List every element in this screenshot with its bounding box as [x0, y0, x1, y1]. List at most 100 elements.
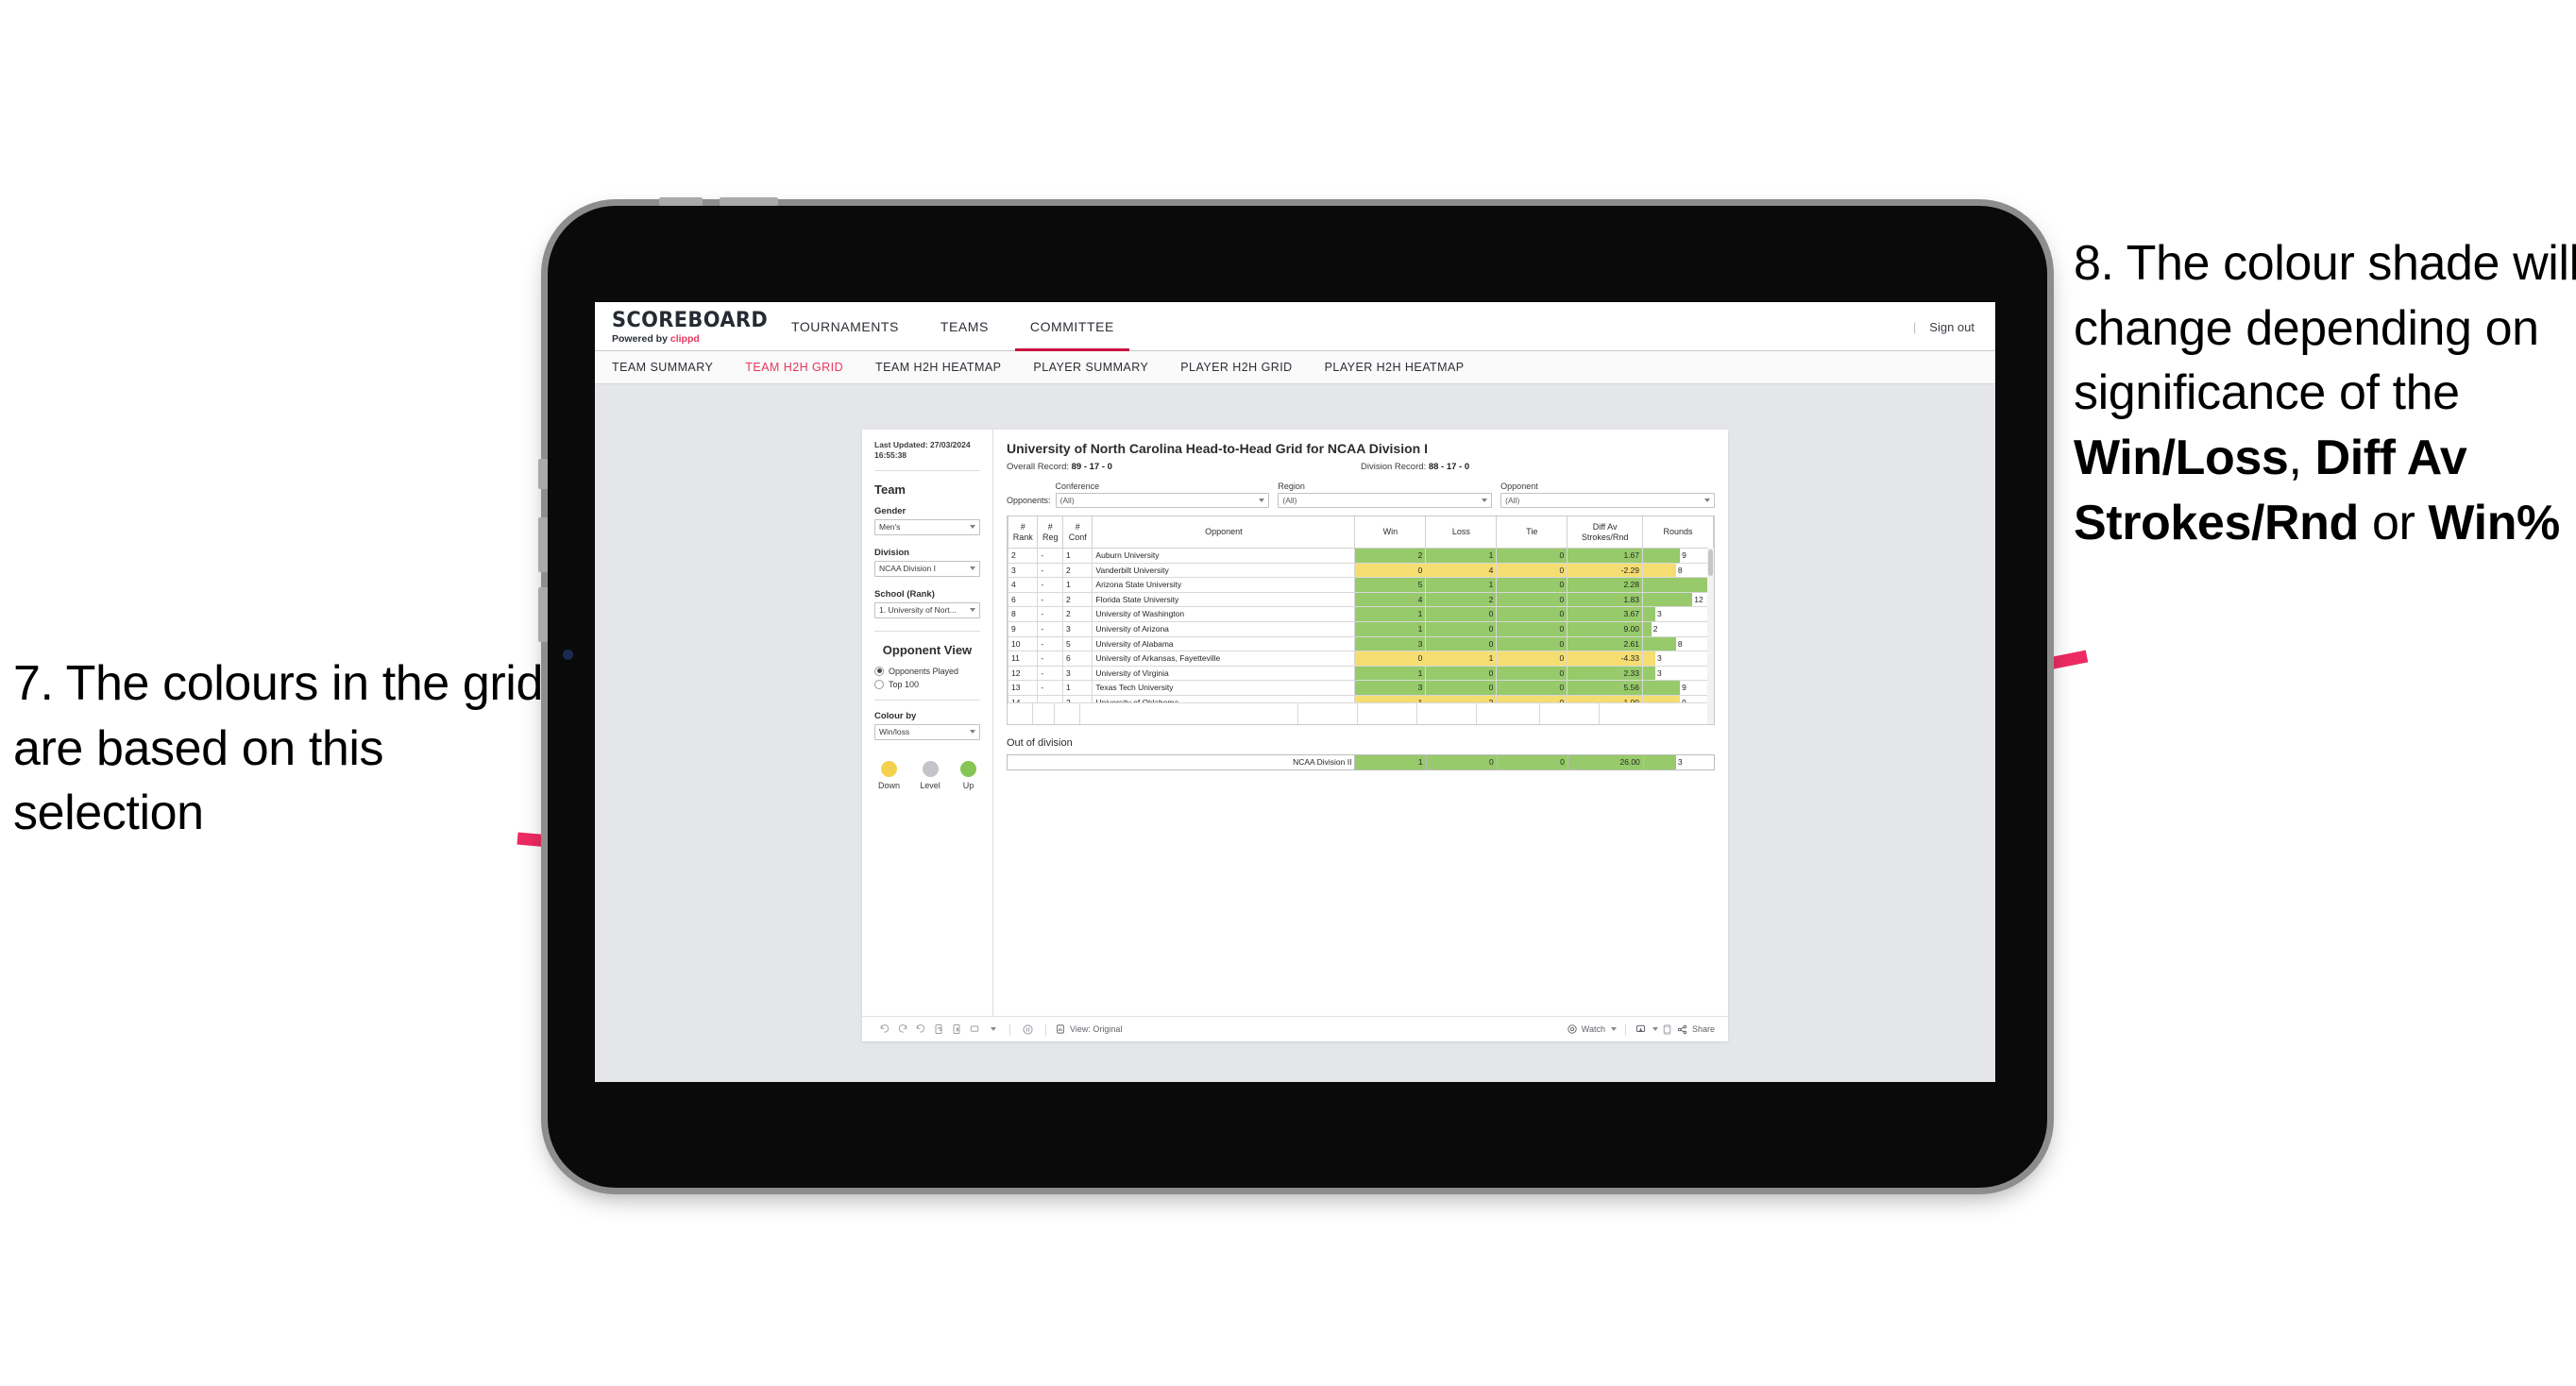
radio-top-100[interactable]: Top 100	[874, 679, 980, 689]
dropdown-conference[interactable]: (All)	[1055, 493, 1270, 508]
grid-col-header[interactable]: Tie	[1496, 516, 1568, 549]
topnav-item-committee[interactable]: COMMITTEE	[1009, 302, 1135, 351]
grid-col-header[interactable]: Loss	[1425, 516, 1498, 549]
tab-team-h2h-grid[interactable]: TEAM H2H GRID	[745, 361, 843, 374]
grid-col-header[interactable]: Win	[1354, 516, 1427, 549]
table-row[interactable]: 9-3 University of Arizona 1 0 0 9.00 2	[1008, 620, 1714, 637]
out-of-division-row: NCAA Division II 1 0 0 26.00 3	[1006, 754, 1716, 770]
grid-cell-rank: 3	[1008, 562, 1039, 579]
table-row[interactable]: 2-1 Auburn University 2 1 0 1.67 9	[1008, 548, 1714, 564]
annotation-8-bold-winloss: Win/Loss	[2074, 430, 2289, 485]
grid-cell-loss: 0	[1425, 635, 1498, 652]
grid-cell-reg: -	[1037, 665, 1063, 682]
grid-cell-win: 5	[1354, 577, 1427, 593]
tablet-button-top-2[interactable]	[720, 197, 778, 206]
colour-legend: Down Level Up	[874, 760, 980, 790]
grid-col-header-line2: Rounds	[1663, 527, 1693, 537]
dropdown-division[interactable]: NCAA Division I	[874, 560, 980, 577]
tablet-button-top-1[interactable]	[659, 197, 703, 206]
grid-col-header[interactable]: Rounds	[1642, 516, 1714, 549]
viz-toolbar: View: Original Watch Share	[862, 1016, 1728, 1041]
dropdown-gender[interactable]: Men's	[874, 518, 980, 535]
table-row[interactable]: 3-2 Vanderbilt University 0 4 0 -2.29 8	[1008, 562, 1714, 579]
grid-col-header[interactable]: Opponent	[1092, 516, 1356, 549]
chevron-down-icon[interactable]	[983, 1021, 1001, 1039]
tablet-button-left-1[interactable]	[538, 459, 548, 489]
view-original-button[interactable]: View: Original	[1055, 1023, 1122, 1035]
grid-cell-rank: 10	[1008, 635, 1039, 652]
tab-player-summary[interactable]: PLAYER SUMMARY	[1033, 361, 1148, 374]
fullscreen-icon[interactable]	[1658, 1021, 1676, 1039]
download-button[interactable]	[1635, 1023, 1658, 1036]
grid-cell-conf: 2	[1061, 591, 1093, 608]
grid-cell-rounds: 8	[1642, 562, 1714, 579]
grid-cell-diff: 1.83	[1567, 591, 1643, 608]
dropdown-colour-by[interactable]: Win/loss	[874, 723, 980, 740]
grid-cell-tie: 0	[1496, 665, 1568, 682]
tab-team-summary[interactable]: TEAM SUMMARY	[612, 361, 713, 374]
grid-col-header-line1: #	[1020, 522, 1025, 532]
signout-link[interactable]: Sign out	[1929, 320, 1974, 334]
tab-player-h2h-heatmap[interactable]: PLAYER H2H HEATMAP	[1325, 361, 1465, 374]
grid-col-header-line2: Tie	[1526, 527, 1538, 537]
grid-cell-rounds: 3	[1642, 665, 1714, 682]
grid-cell-rank: 12	[1008, 665, 1039, 682]
table-row[interactable]: 12-3 University of Virginia 1 0 0 2.33 3	[1008, 665, 1714, 682]
watch-label: Watch	[1581, 1024, 1605, 1034]
grid-col-header[interactable]: # Reg	[1037, 516, 1063, 549]
grid-col-header[interactable]: # Conf	[1061, 516, 1093, 549]
device-layout-icon[interactable]	[965, 1021, 983, 1039]
tablet-button-volume-up[interactable]	[538, 517, 548, 572]
division-record-label: Division Record:	[1361, 462, 1427, 472]
legend-label-up: Up	[962, 780, 974, 790]
table-row[interactable]: 13-1 Texas Tech University 3 0 0 5.56 9	[1008, 680, 1714, 696]
grid-cell-opponent: Texas Tech University	[1092, 680, 1356, 696]
redo-icon[interactable]	[893, 1021, 911, 1039]
tab-team-h2h-heatmap[interactable]: TEAM H2H HEATMAP	[875, 361, 1001, 374]
grid-cell-tie: 0	[1496, 591, 1568, 608]
grid-col-header-line2: Loss	[1451, 527, 1470, 537]
grid-col-header[interactable]: # Rank	[1008, 516, 1039, 549]
ood-rounds-value: 3	[1677, 757, 1683, 768]
table-row[interactable]: 8-2 University of Washington 1 0 0 3.67 3	[1008, 606, 1714, 622]
topnav-item-teams[interactable]: TEAMS	[920, 302, 1009, 351]
revert-icon[interactable]	[911, 1021, 929, 1039]
panel-heading-team: Team	[874, 482, 906, 497]
scrollbar-thumb[interactable]	[1708, 549, 1713, 576]
rounds-value: 8	[1677, 565, 1683, 575]
grid-col-header-line1: #	[1075, 522, 1080, 532]
undo-icon[interactable]	[875, 1021, 893, 1039]
rounds-value: 12	[1694, 594, 1703, 604]
grid-cell-opponent: Arizona State University	[1092, 577, 1356, 593]
grid-col-header[interactable]: Diff Av Strokes/Rnd	[1567, 516, 1643, 549]
dropdown-region[interactable]: (All)	[1278, 493, 1493, 508]
table-row[interactable]: 10-5 University of Alabama 3 0 0 2.61 8	[1008, 635, 1714, 652]
pause-auto-update-icon[interactable]	[1019, 1021, 1037, 1039]
tab-player-h2h-grid[interactable]: PLAYER H2H GRID	[1180, 361, 1292, 374]
grid-body: 2-1 Auburn University 2 1 0 1.67 9 3-2 Vanderbil…	[1008, 548, 1714, 724]
topnav-item-tournaments[interactable]: TOURNAMENTS	[771, 302, 920, 351]
field-label-division: Division	[874, 547, 909, 558]
watch-button[interactable]: Watch	[1567, 1023, 1617, 1035]
brand-logo[interactable]: SCOREBOARD Powered by clippd	[595, 302, 771, 351]
grid-cell-tie: 0	[1496, 548, 1568, 564]
pause-updates-icon[interactable]	[947, 1021, 965, 1039]
dropdown-school-rank[interactable]: 1. University of Nort...	[874, 601, 980, 618]
h2h-grid-container[interactable]: # Rank # Reg # Conf Opponent Win Loss Tie Diff Av S…	[1007, 516, 1715, 725]
ood-cell-diff: 26.00	[1567, 754, 1644, 770]
chevron-down-icon	[1610, 1027, 1617, 1031]
grid-cell-win: 1	[1354, 620, 1427, 637]
rounds-bar	[1643, 578, 1713, 592]
grid-vertical-scrollbar[interactable]	[1707, 548, 1714, 724]
table-row[interactable]: 11-6 University of Arkansas, Fayetteville…	[1008, 651, 1714, 667]
table-row[interactable]: 6-2 Florida State University 4 2 0 1.83 12	[1008, 591, 1714, 608]
dropdown-opponent[interactable]: (All)	[1500, 493, 1715, 508]
tablet-button-volume-down[interactable]	[538, 587, 548, 642]
radio-opponents-played[interactable]: Opponents Played	[874, 666, 980, 676]
rounds-bar	[1643, 593, 1693, 606]
refresh-icon[interactable]	[929, 1021, 947, 1039]
overall-record-label: Overall Record:	[1007, 462, 1069, 472]
table-row[interactable]: 4-1Arizona State University5102.2817	[1008, 577, 1714, 593]
share-button[interactable]: Share	[1676, 1023, 1715, 1036]
radio-label-opponents-played: Opponents Played	[889, 666, 959, 676]
